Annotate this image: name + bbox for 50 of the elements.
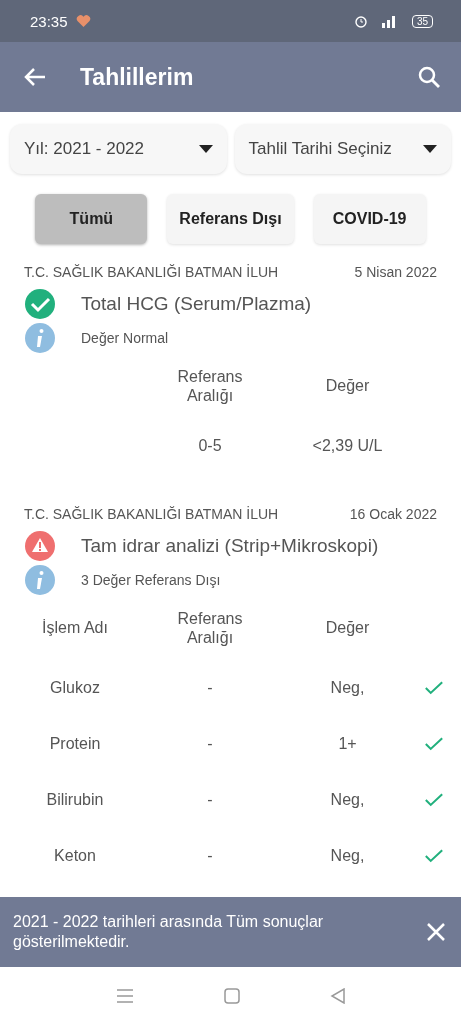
close-icon[interactable] <box>427 923 445 941</box>
table-cell: 1+ <box>338 735 357 753</box>
back-arrow-icon[interactable] <box>24 67 46 87</box>
dropdown[interactable]: Tahlil Tarihi Seçiniz <box>234 124 451 174</box>
test-name[interactable]: Total HCG (Serum/Plazma) <box>81 293 312 315</box>
table-cell: Neg, <box>330 847 365 865</box>
check-circle-icon <box>24 288 56 320</box>
table-cell: Neg, <box>330 679 365 697</box>
table-cell: Protein <box>49 735 101 753</box>
table-cell: - <box>207 679 213 697</box>
table-cell: - <box>207 735 213 753</box>
column-header: Referans Aralığı <box>176 608 244 648</box>
column-header: İşlem Adı <box>42 618 108 638</box>
warning-circle-icon <box>24 530 56 562</box>
battery-icon: 35 <box>411 14 433 28</box>
back-triangle-icon[interactable] <box>329 987 346 1004</box>
column-header: Değer <box>325 618 370 638</box>
filter-chip[interactable]: Tümü <box>35 194 148 244</box>
institution-name: T.C. SAĞLIK BAKANLIĞI BATMAN İLUH <box>24 264 279 280</box>
snackbar-message: 2021 - 2022 tarihleri arasında Tüm sonuçlar gösterilmektedir. <box>13 912 325 952</box>
result-summary: 3 Değer Referans Dışı <box>81 572 221 588</box>
filter-chip[interactable]: Referans Dışı <box>167 194 294 244</box>
test-date: 5 Nisan 2022 <box>354 264 437 280</box>
home-icon[interactable] <box>223 987 240 1004</box>
result-summary: Değer Normal <box>81 330 169 346</box>
info-icon[interactable] <box>24 322 56 354</box>
test-date: 16 Ocak 2022 <box>349 506 437 522</box>
column-header: Değer <box>325 376 370 396</box>
table-cell: Neg, <box>330 791 365 809</box>
menu-icon[interactable] <box>115 987 134 1004</box>
test-name[interactable]: Tam idrar analizi (Strip+Mikroskopi) <box>81 535 379 557</box>
table-cell: Bilirubin <box>46 791 104 809</box>
table-cell: Glukoz <box>50 679 100 697</box>
dropdown-caret-icon <box>198 145 213 153</box>
table-cell: - <box>207 791 213 809</box>
clock: 23:35 <box>30 12 68 30</box>
page-title: Tahlillerim <box>80 63 195 91</box>
dropdown-caret-icon <box>423 145 437 153</box>
column-header: Referans Aralığı <box>176 366 244 406</box>
search-icon[interactable] <box>417 65 441 89</box>
dropdown[interactable]: Yıl: 2021 - 2022 <box>10 124 227 174</box>
table-cell: 0-5 <box>198 437 222 455</box>
filter-chip[interactable]: COVID-19 <box>313 194 426 244</box>
heart-icon <box>75 14 91 28</box>
table-cell: - <box>207 847 213 865</box>
alarm-icon <box>353 14 368 28</box>
info-icon[interactable] <box>24 564 56 596</box>
table-cell: <2,39 U/L <box>312 437 383 455</box>
table-cell: Keton <box>54 847 96 865</box>
institution-name: T.C. SAĞLIK BAKANLIĞI BATMAN İLUH <box>24 506 279 522</box>
